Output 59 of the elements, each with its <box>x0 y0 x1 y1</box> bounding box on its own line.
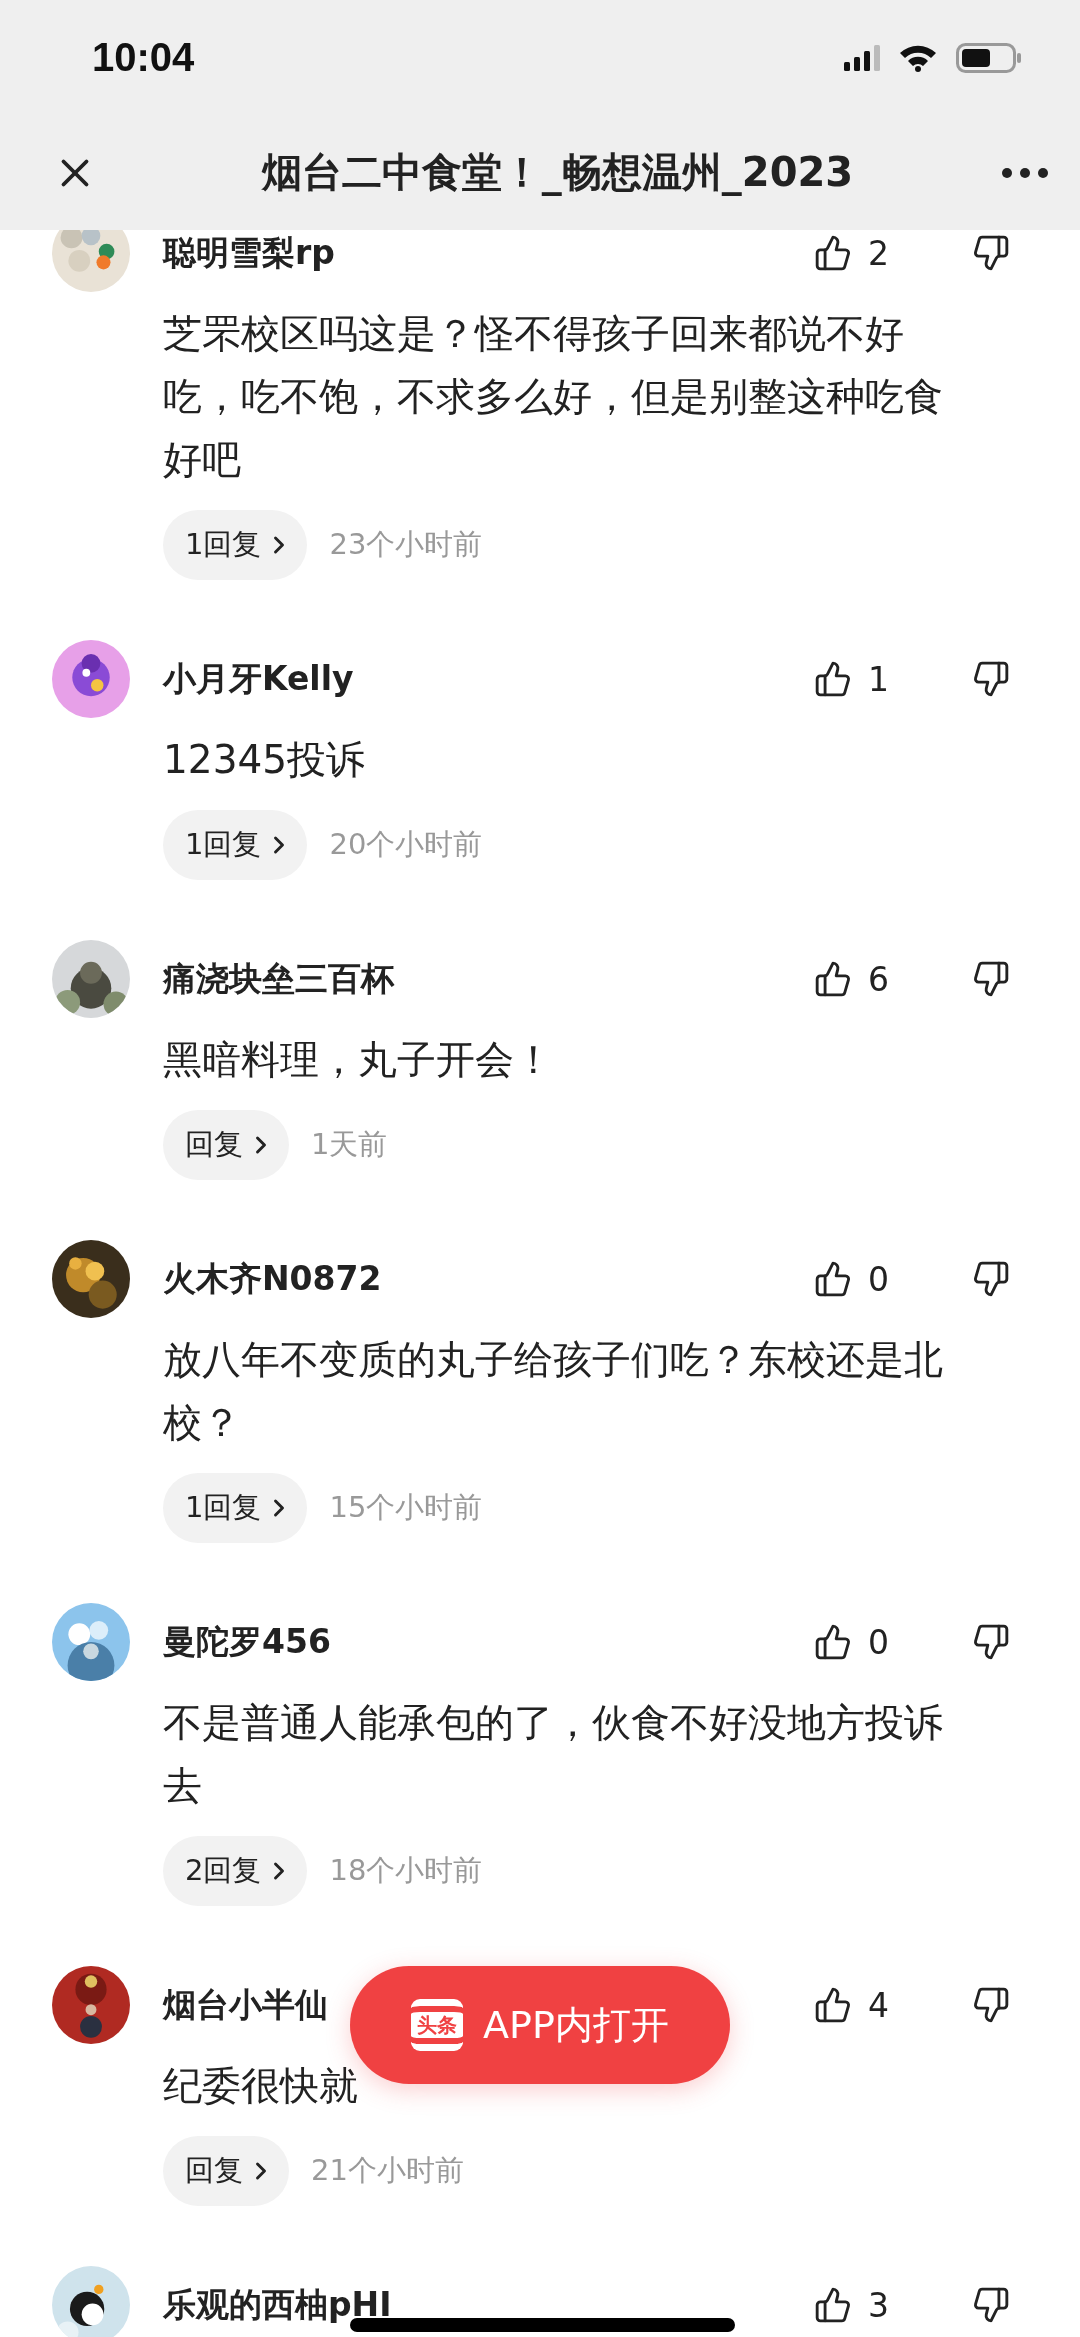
user-name[interactable]: 火木齐N0872 <box>163 1256 382 1302</box>
thumbs-up-icon <box>814 660 852 698</box>
dislike-button[interactable] <box>972 1986 1010 2024</box>
user-name[interactable]: 痛浇块垒三百杯 <box>163 956 394 1002</box>
like-button[interactable]: 1 <box>814 659 934 699</box>
dislike-button[interactable] <box>972 2286 1010 2324</box>
user-name[interactable]: 小月牙Kelly <box>163 656 354 702</box>
dislike-button[interactable] <box>972 1260 1010 1298</box>
dislike-button[interactable] <box>972 1623 1010 1661</box>
user-name[interactable]: 曼陀罗456 <box>163 1619 331 1665</box>
reply-button[interactable]: 回复 <box>163 2136 289 2206</box>
user-name[interactable]: 烟台小半仙 <box>163 1982 328 2028</box>
reply-button[interactable]: 回复 <box>163 1110 289 1180</box>
like-button[interactable]: 0 <box>814 1622 934 1662</box>
comment-text: 放八年不变质的丸子给孩子们吃？东校还是北校？ <box>163 1336 944 1447</box>
thumbs-up-icon <box>814 234 852 272</box>
comment-time: 21个小时前 <box>311 2152 464 2189</box>
thumbs-down-icon <box>972 1260 1010 1298</box>
signal-icon <box>844 44 880 71</box>
user-name[interactable]: 聪明雪梨rp <box>163 230 335 276</box>
reply-button[interactable]: 1回复 <box>163 810 308 880</box>
thumbs-up-icon <box>814 2286 852 2324</box>
dislike-button[interactable] <box>972 234 1010 272</box>
comment-text: 12345投诉 <box>163 736 367 784</box>
more-icon <box>1002 167 1048 178</box>
comment-time: 18个小时前 <box>329 1852 483 1889</box>
app-logo: 头条 <box>411 1999 464 2051</box>
like-button[interactable]: 6 <box>814 959 934 999</box>
comment-text: 芝罘校区吗这是？怪不得孩子回来都说不好吃，吃不饱，不求多么好，但是别整这种吃食好吧 <box>163 310 944 484</box>
reply-button[interactable]: 1回复 <box>163 1473 308 1543</box>
comment-time: 15个小时前 <box>329 1489 483 1526</box>
page-title: 烟台二中食堂！_畅想温州_2023 <box>260 148 855 198</box>
user-name[interactable]: 乐观的西柚pHI <box>163 2282 392 2328</box>
thumbs-up-icon <box>814 1986 852 2024</box>
status-time: 10:04 <box>92 35 195 80</box>
thumbs-down-icon <box>972 2286 1010 2324</box>
like-button[interactable]: 2 <box>814 233 934 273</box>
thumbs-down-icon <box>972 660 1010 698</box>
thumbs-down-icon <box>972 960 1010 998</box>
thumbs-up-icon <box>814 1260 852 1298</box>
comment-text: 黑暗料理，丸子开会！ <box>163 1036 554 1084</box>
thumbs-down-icon <box>972 1623 1010 1661</box>
battery-icon <box>956 42 1022 73</box>
reply-button[interactable]: 1回复 <box>163 510 308 580</box>
thumbs-down-icon <box>972 234 1010 272</box>
reply-button[interactable]: 2回复 <box>163 1836 308 1906</box>
comment-time: 1天前 <box>311 1126 388 1163</box>
wifi-icon <box>898 43 938 72</box>
comment-text: 不是普通人能承包的了，伙食不好没地方投诉去 <box>163 1699 944 1810</box>
thumbs-down-icon <box>972 1986 1010 2024</box>
thumbs-up-icon <box>814 1623 852 1661</box>
comment-time: 20个小时前 <box>329 826 483 863</box>
dislike-button[interactable] <box>972 660 1010 698</box>
dislike-button[interactable] <box>972 960 1010 998</box>
thumbs-up-icon <box>814 960 852 998</box>
like-button[interactable]: 4 <box>814 1985 934 2025</box>
like-button[interactable]: 0 <box>814 1259 934 1299</box>
comment-time: 23个小时前 <box>329 526 483 563</box>
like-button[interactable]: 3 <box>814 2285 934 2325</box>
